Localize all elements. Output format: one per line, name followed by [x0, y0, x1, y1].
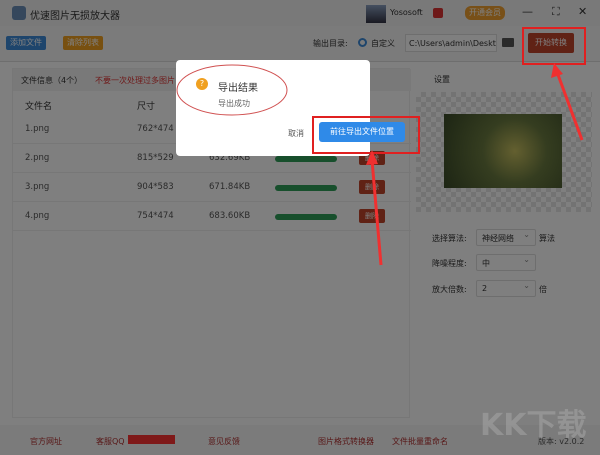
annotation-box-dialog: [313, 117, 419, 153]
annotation-layer: [0, 0, 600, 455]
annotation-ellipse: [177, 65, 287, 115]
annotation-box-start: [523, 28, 585, 64]
annotation-arrow-2: [557, 72, 582, 140]
annotation-arrow-1: [372, 160, 381, 265]
annotation-arrowhead-2: [551, 63, 563, 78]
